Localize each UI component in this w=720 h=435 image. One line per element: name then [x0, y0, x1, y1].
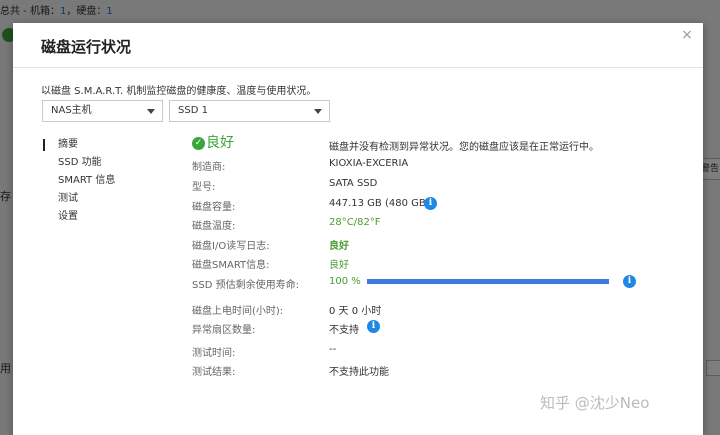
disk-select-value: SSD 1: [178, 105, 208, 116]
host-select-value: NAS主机: [51, 105, 92, 116]
ssd-life-value: 100 %: [329, 276, 361, 287]
disk-select[interactable]: SSD 1: [169, 100, 330, 122]
temperature-value: 28°C/82°F: [329, 217, 381, 228]
check-circle-icon: ✓: [192, 137, 205, 150]
ssd-life-progress-bar: [367, 279, 609, 284]
io-log-value: 良好: [329, 241, 349, 252]
temperature-label: 磁盘温度:: [192, 221, 236, 232]
power-on-label: 磁盘上电时间(小时):: [192, 306, 284, 317]
watermark-text: 知乎 @沈少Neo: [540, 394, 650, 412]
chevron-down-icon: [147, 109, 155, 114]
test-time-label: 测试时间:: [192, 348, 236, 359]
test-result-value: 不支持此功能: [329, 367, 389, 378]
bad-sectors-label: 异常扇区数量:: [192, 325, 256, 336]
disk-health-dialog: 磁盘运行状况 × 以磁盘 S.M.A.R.T. 机制监控磁盘的健康度、温度与使用…: [13, 23, 703, 435]
section-nav: 摘要 SSD 功能 SMART 信息 测试 设置: [42, 136, 115, 226]
dialog-header: 磁盘运行状况 ×: [13, 23, 703, 68]
health-status-label: 良好: [206, 135, 234, 151]
test-time-value: --: [329, 344, 337, 355]
manufacturer-value: KIOXIA-EXCERIA: [329, 158, 409, 169]
smart-label: 磁盘SMART信息:: [192, 260, 270, 271]
test-result-label: 测试结果:: [192, 367, 236, 378]
dialog-description: 以磁盘 S.M.A.R.T. 机制监控磁盘的健康度、温度与使用状况。: [41, 86, 317, 97]
power-on-value: 0 天 0 小时: [329, 306, 382, 317]
ssd-life-info-icon[interactable]: i: [623, 275, 636, 288]
nav-item-smart-info[interactable]: SMART 信息: [42, 172, 115, 190]
chevron-down-icon: [314, 109, 322, 114]
host-select[interactable]: NAS主机: [42, 100, 163, 122]
nav-item-test[interactable]: 测试: [42, 190, 115, 208]
io-log-label: 磁盘I/O读写日志:: [192, 241, 270, 252]
nav-item-summary[interactable]: 摘要: [42, 136, 115, 154]
manufacturer-label: 制造商:: [192, 162, 226, 173]
health-status-description: 磁盘并没有检测到异常状况。您的磁盘应该是在正常运行中。: [329, 142, 599, 153]
bad-sectors-value: 不支持: [329, 325, 359, 336]
dialog-title: 磁盘运行状况: [41, 38, 132, 56]
capacity-value: 447.13 GB (480 GB): [329, 198, 430, 209]
ssd-life-progress-fill: [367, 279, 609, 284]
model-label: 型号:: [192, 182, 216, 193]
nav-item-ssd-features[interactable]: SSD 功能: [42, 154, 115, 172]
model-value: SATA SSD: [329, 178, 378, 189]
bad-sectors-info-icon[interactable]: i: [367, 320, 380, 333]
smart-value: 良好: [329, 260, 349, 271]
ssd-life-label: SSD 预估剩余使用寿命:: [192, 280, 299, 291]
capacity-info-icon[interactable]: i: [424, 197, 437, 210]
nav-item-settings[interactable]: 设置: [42, 208, 115, 226]
capacity-label: 磁盘容量:: [192, 202, 236, 213]
close-button[interactable]: ×: [679, 27, 695, 43]
